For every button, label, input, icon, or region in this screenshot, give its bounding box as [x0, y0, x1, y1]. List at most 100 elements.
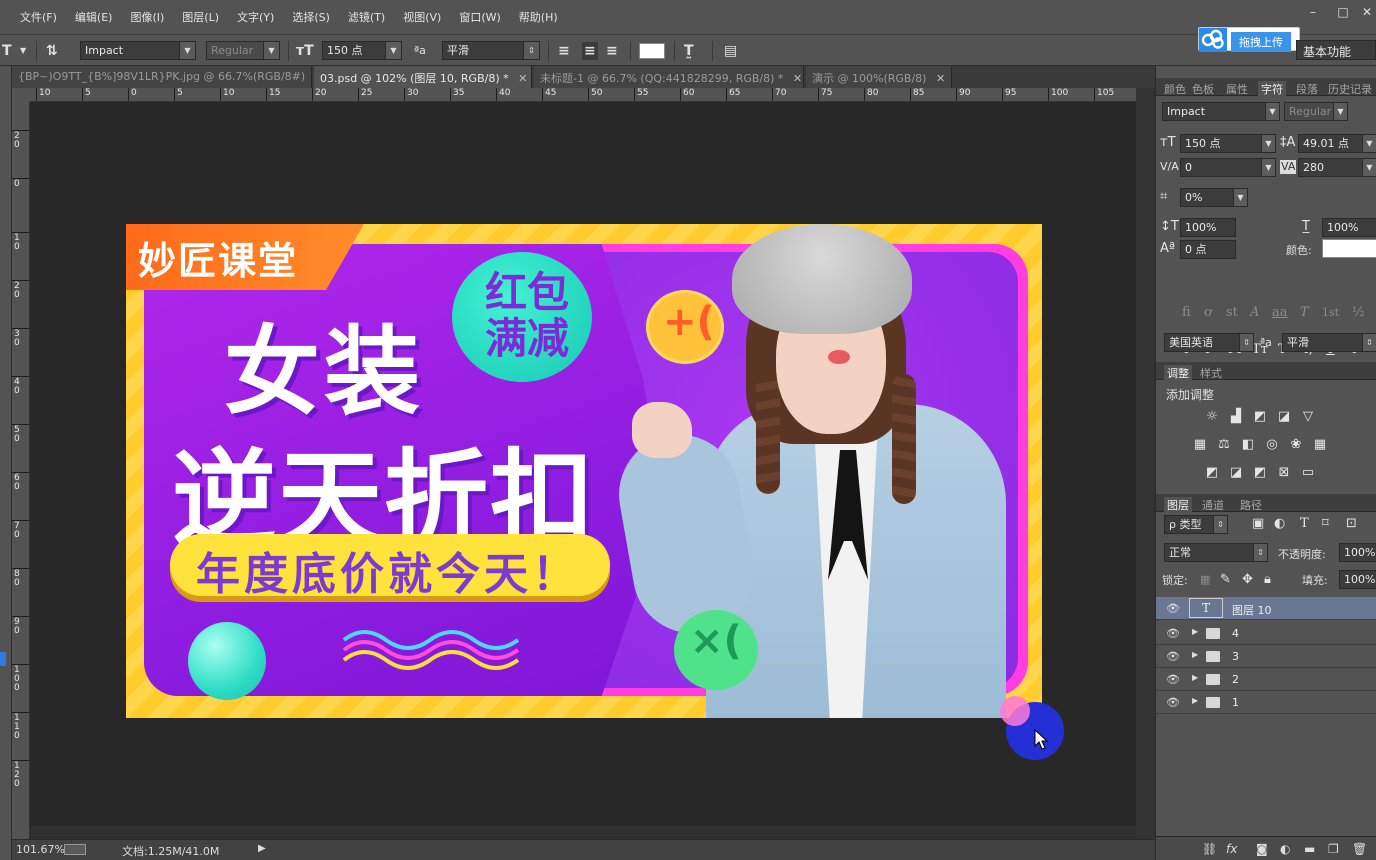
- zoom-level[interactable]: 101.67%: [16, 843, 65, 856]
- filter-pixel-icon[interactable]: ▣: [1252, 517, 1264, 531]
- tab-bp-jpg[interactable]: {BP~)O9TT_{B%]98V1LR}PK.jpg @ 66.7%(RGB/…: [12, 66, 312, 88]
- brightness-icon[interactable]: ☼: [1204, 410, 1220, 424]
- char-vscale-field[interactable]: 100%: [1180, 218, 1236, 237]
- minimize-button[interactable]: –: [1302, 4, 1324, 20]
- horizontal-scrollbar[interactable]: [31, 826, 1136, 839]
- link-layers-icon[interactable]: ⛓: [1202, 842, 1217, 856]
- eye-icon[interactable]: 👁︎: [1166, 696, 1180, 709]
- char-leading-field[interactable]: 49.01 点 ▼: [1298, 134, 1376, 153]
- workspace-switcher[interactable]: 基本功能: [1296, 40, 1376, 60]
- filter-type-icon[interactable]: T: [1300, 517, 1309, 531]
- color-balance-icon[interactable]: ⚖: [1216, 438, 1232, 452]
- align-left-icon[interactable]: ≡: [558, 42, 570, 60]
- menu-layer[interactable]: 图层(L): [182, 9, 219, 25]
- layer-filter-dropdown[interactable]: ρ 类型 ⇕: [1164, 515, 1228, 534]
- menu-help[interactable]: 帮助(H): [519, 9, 558, 25]
- char-color-swatch[interactable]: [1322, 239, 1376, 258]
- selective-color-icon[interactable]: ⊠: [1276, 466, 1292, 480]
- delete-layer-icon[interactable]: 🗑︎: [1352, 842, 1367, 856]
- menu-type[interactable]: 文字(Y): [237, 9, 274, 25]
- blend-mode-dropdown[interactable]: 正常 ⇕: [1164, 543, 1268, 562]
- char-antialias-dropdown[interactable]: 平滑 ⇕: [1282, 333, 1376, 352]
- lock-all-icon[interactable]: 🔒︎: [1264, 573, 1271, 587]
- new-adjustment-icon[interactable]: ◐: [1280, 842, 1290, 856]
- tab-channels[interactable]: 通道: [1202, 497, 1224, 513]
- foreground-color-chip[interactable]: [0, 652, 6, 666]
- tool-preset-chevron-icon[interactable]: ▼: [20, 42, 26, 60]
- tab-demo[interactable]: 演示 @ 100%(RGB/8) ✕: [806, 66, 952, 88]
- close-icon[interactable]: ✕: [518, 72, 527, 85]
- ruler-origin[interactable]: [12, 88, 30, 102]
- gradient-map-icon[interactable]: ▭: [1300, 466, 1316, 480]
- align-right-icon[interactable]: ≡: [606, 42, 618, 60]
- lock-position-icon[interactable]: ✥: [1242, 573, 1253, 587]
- tab-paragraph[interactable]: 段落: [1296, 81, 1318, 97]
- close-icon[interactable]: ✕: [936, 72, 945, 85]
- menu-image[interactable]: 图像(I): [130, 9, 164, 25]
- char-tracking-field[interactable]: 280 ▼: [1298, 158, 1376, 177]
- vertical-ruler[interactable]: 20 0 10 20 30 40 50 60 70 80 90 100 110 120: [12, 102, 30, 842]
- black-white-icon[interactable]: ◧: [1240, 438, 1256, 452]
- eye-icon[interactable]: 👁︎: [1166, 602, 1180, 615]
- char-font-family[interactable]: Impact ▼: [1162, 102, 1280, 121]
- lock-pixels-icon[interactable]: ✎: [1220, 573, 1231, 587]
- layer-row-group-2[interactable]: 👁︎ ▶ 2: [1156, 668, 1376, 691]
- titling-alternates-icon[interactable]: A: [1250, 306, 1259, 320]
- ordinal-icon[interactable]: 1st: [1322, 306, 1339, 320]
- color-lookup-icon[interactable]: ▦: [1312, 438, 1328, 452]
- antialias-dropdown[interactable]: 平滑 ⇕: [442, 41, 540, 60]
- expand-arrow-icon[interactable]: ▶: [1192, 673, 1198, 682]
- tab-character[interactable]: 字符: [1258, 81, 1286, 97]
- char-size-field[interactable]: 150 点 ▼: [1180, 134, 1276, 153]
- close-window-button[interactable]: ✕: [1356, 4, 1376, 20]
- menu-window[interactable]: 窗口(W): [459, 9, 500, 25]
- character-panel-icon[interactable]: ▤: [724, 42, 737, 60]
- channel-mixer-icon[interactable]: ❀: [1288, 438, 1304, 452]
- layer-row-group-4[interactable]: 👁︎ ▶ 4: [1156, 622, 1376, 645]
- char-font-style[interactable]: Regular ▼: [1284, 102, 1348, 121]
- tab-untitled-1[interactable]: 未标题-1 @ 66.7% (QQ:441828299, RGB/8) * ✕: [534, 66, 804, 88]
- filter-smart-object-icon[interactable]: ⊡: [1346, 517, 1357, 531]
- lock-transparency-icon[interactable]: ▦: [1200, 573, 1210, 587]
- threshold-icon[interactable]: ◩: [1252, 466, 1268, 480]
- layer-row-group-1[interactable]: 👁︎ ▶ 1: [1156, 691, 1376, 714]
- levels-icon[interactable]: ▟: [1228, 410, 1244, 424]
- layer-row-group-3[interactable]: 👁︎ ▶ 3: [1156, 645, 1376, 668]
- warp-text-icon[interactable]: T̰: [684, 42, 694, 60]
- menu-view[interactable]: 视图(V): [403, 9, 441, 25]
- curves-icon[interactable]: ◩: [1252, 410, 1268, 424]
- discretionary-ligature-icon[interactable]: ơ: [1204, 306, 1212, 320]
- opacity-field[interactable]: 100%: [1339, 543, 1376, 562]
- type-tool-icon[interactable]: T: [2, 42, 12, 60]
- filter-shape-icon[interactable]: ⌑: [1322, 517, 1329, 531]
- layer-row-text[interactable]: 👁︎ T 图层 10: [1156, 597, 1376, 620]
- status-menu-arrow-icon[interactable]: ▶: [258, 843, 266, 854]
- font-size-dropdown[interactable]: 150 点 ▼: [322, 41, 402, 60]
- tab-swatches[interactable]: 色板: [1192, 81, 1214, 97]
- eye-icon[interactable]: 👁︎: [1166, 627, 1180, 640]
- restore-button[interactable]: □: [1332, 4, 1354, 20]
- char-language-dropdown[interactable]: 美国英语 ⇕: [1164, 333, 1254, 352]
- tab-03-psd[interactable]: 03.psd @ 102% (图层 10, RGB/8) * ✕: [314, 66, 532, 88]
- new-group-icon[interactable]: ▬: [1304, 842, 1315, 856]
- stylistic-alternates-icon[interactable]: aa: [1272, 306, 1288, 320]
- expand-arrow-icon[interactable]: ▶: [1192, 650, 1198, 659]
- cloud-upload-widget[interactable]: 拖拽上传: [1198, 27, 1300, 52]
- vibrance-icon[interactable]: ▽: [1300, 410, 1316, 424]
- tab-properties[interactable]: 属性: [1226, 81, 1248, 97]
- filter-adjustment-icon[interactable]: ◐: [1274, 517, 1285, 531]
- font-family-dropdown[interactable]: Impact ▼: [80, 41, 196, 60]
- tab-adjustments[interactable]: 调整: [1164, 365, 1192, 381]
- tab-color[interactable]: 颜色: [1164, 81, 1186, 97]
- font-style-dropdown[interactable]: Regular ▼: [206, 41, 280, 60]
- text-color-swatch[interactable]: [639, 43, 665, 59]
- tab-styles[interactable]: 样式: [1200, 365, 1222, 381]
- menu-file[interactable]: 文件(F): [20, 9, 57, 25]
- fx-icon[interactable]: fx: [1226, 842, 1237, 856]
- add-mask-icon[interactable]: ◙: [1256, 842, 1268, 856]
- char-hscale-field[interactable]: 100%: [1322, 218, 1376, 237]
- menu-edit[interactable]: 编辑(E): [75, 9, 113, 25]
- fractions-icon[interactable]: ½: [1352, 306, 1365, 320]
- menu-select[interactable]: 选择(S): [292, 9, 330, 25]
- posterize-icon[interactable]: ◪: [1228, 466, 1244, 480]
